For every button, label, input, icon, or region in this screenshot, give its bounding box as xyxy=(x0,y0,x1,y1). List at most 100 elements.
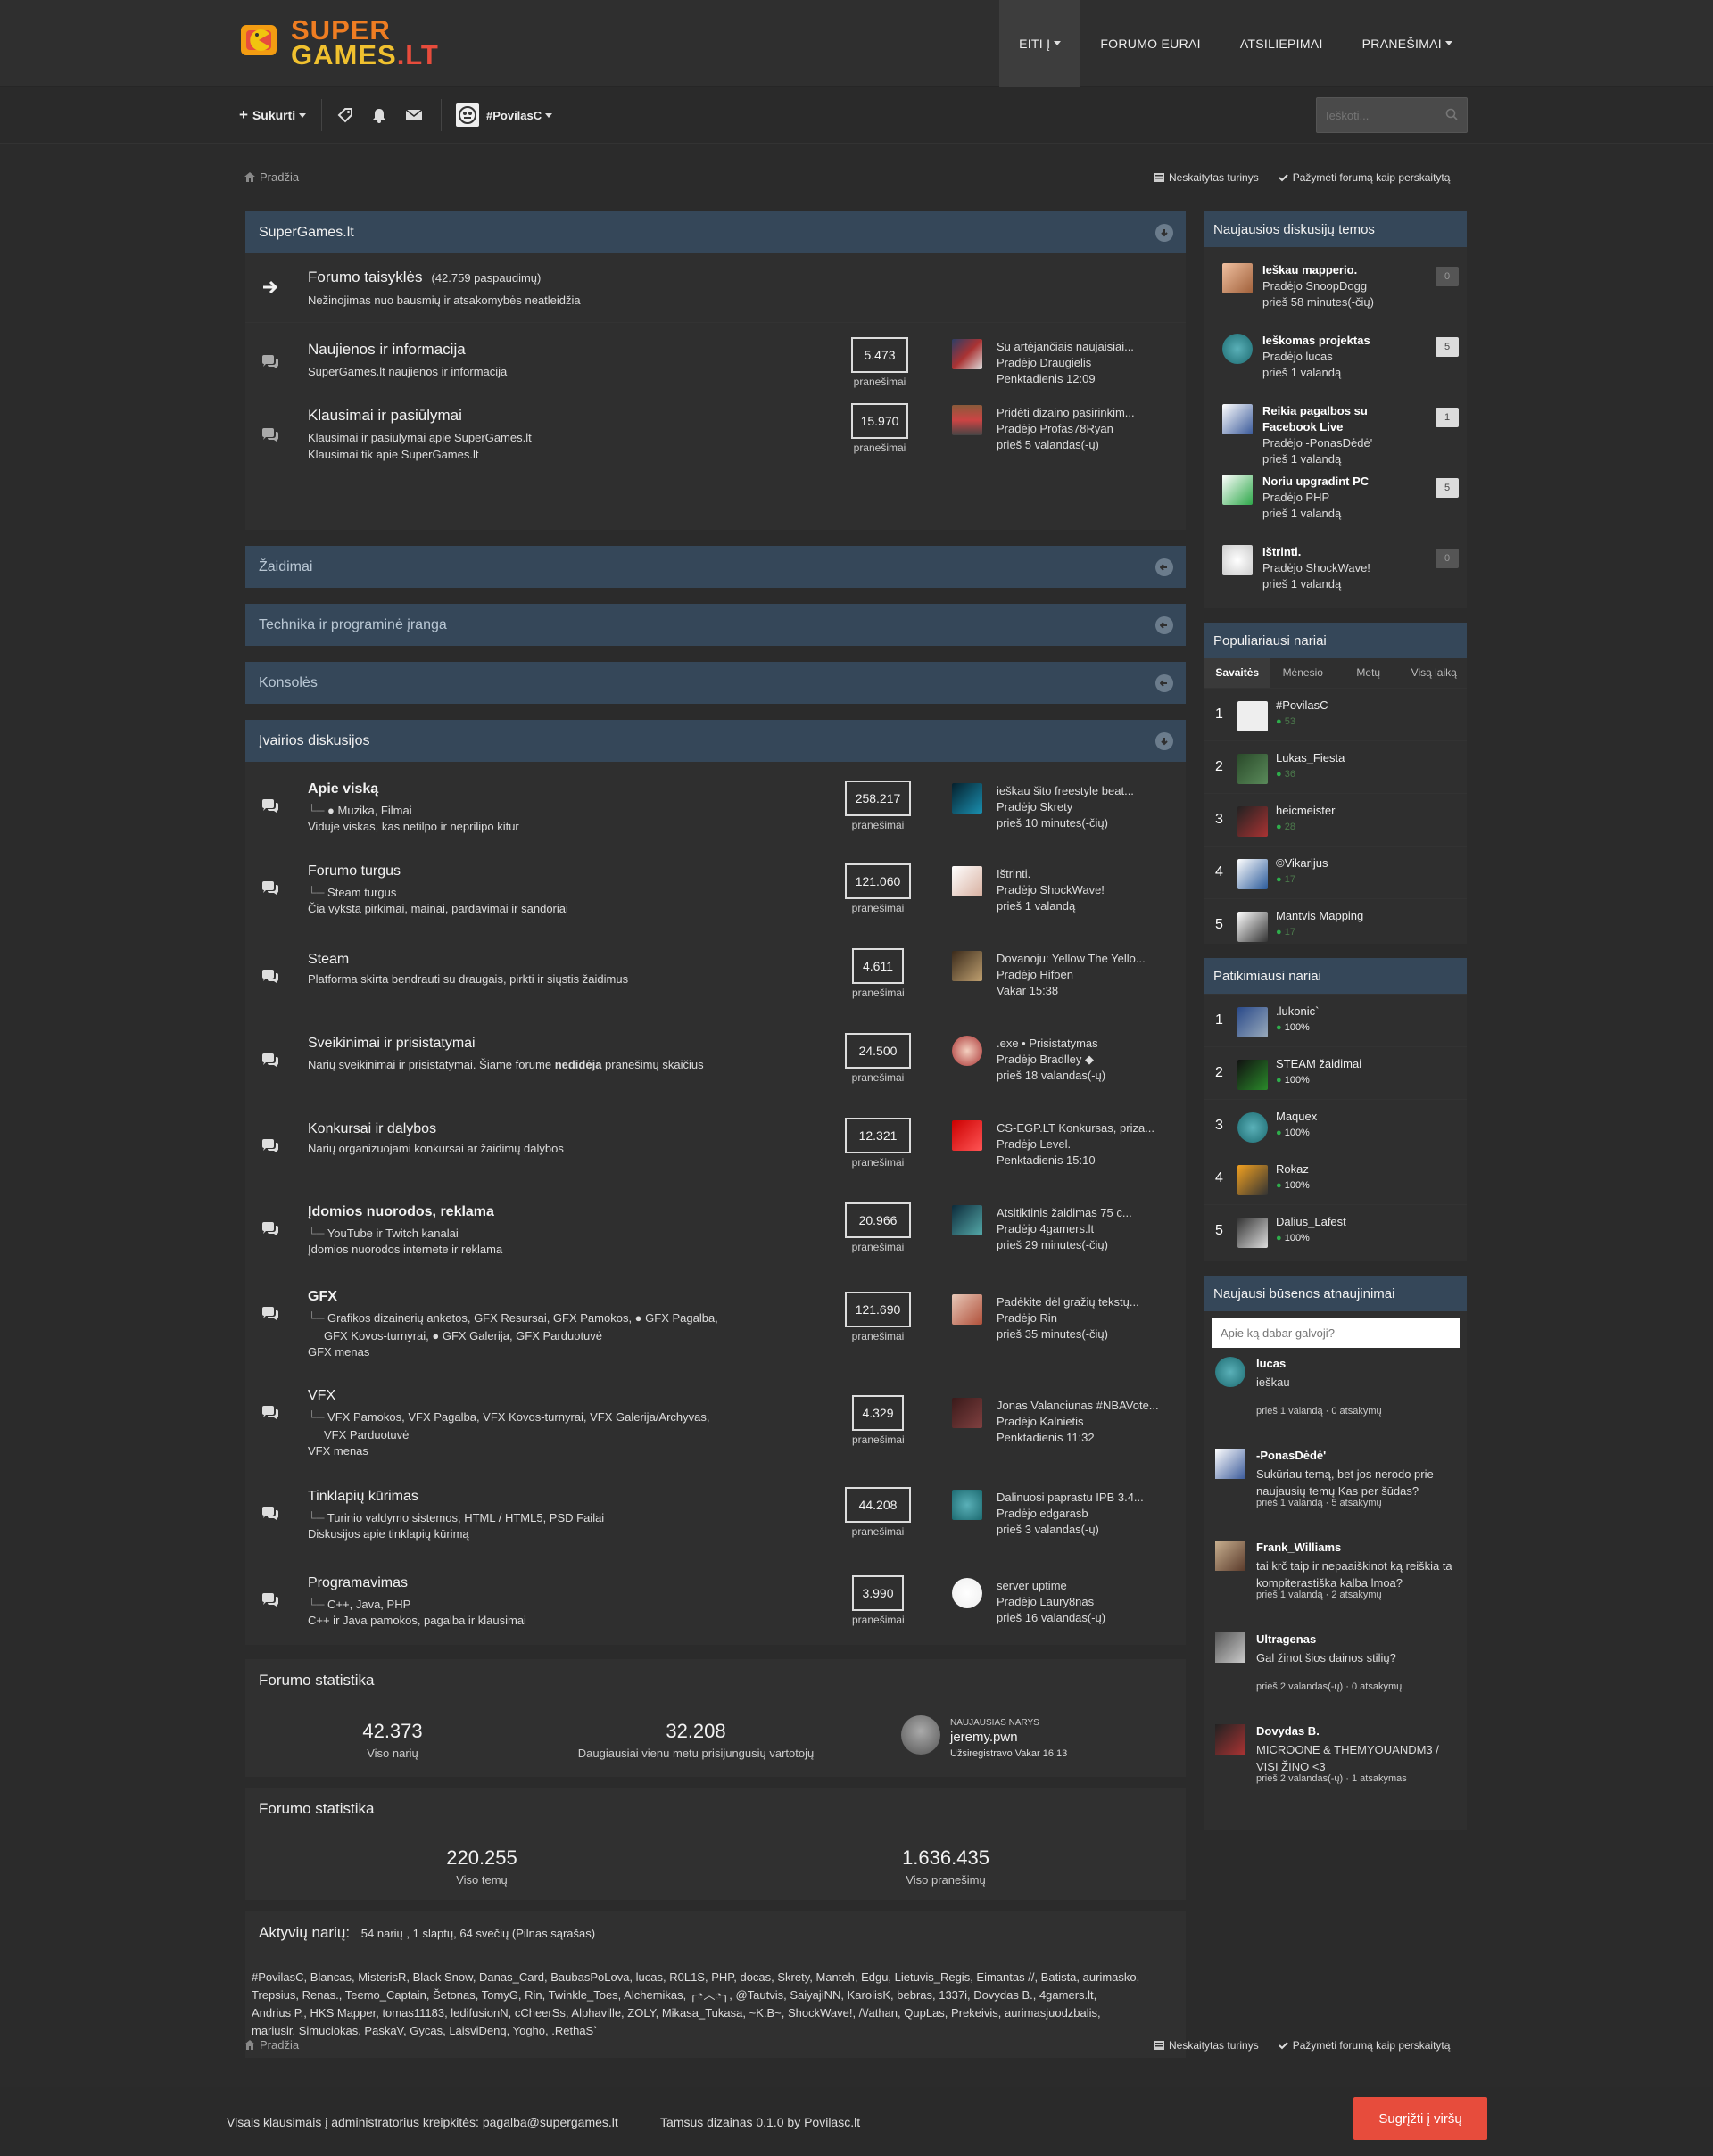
subforum-list[interactable]: └─ Steam turgus xyxy=(308,884,396,902)
avatar[interactable] xyxy=(952,783,982,814)
discussion-item[interactable]: Noriu upgradint PC Pradėjo PHP prieš 1 val… xyxy=(1204,462,1467,533)
member-name[interactable]: STEAM žaidimai xyxy=(1276,1057,1361,1070)
subforum-links[interactable]: Turinio valdymo sistemos, HTML / HTML5, … xyxy=(327,1511,604,1524)
forum-row[interactable]: Naujienos ir informacija SuperGames.lt n… xyxy=(245,323,1186,400)
messages-button[interactable] xyxy=(405,87,423,144)
avatar[interactable] xyxy=(1215,1724,1245,1755)
avatar[interactable] xyxy=(1215,1541,1245,1571)
status-meta[interactable]: prieš 1 valandą · 0 atsakymų xyxy=(1256,1406,1382,1417)
member-name[interactable]: Mantvis Mapping xyxy=(1276,909,1363,922)
status-meta[interactable]: prieš 1 valandą · 2 atsakymų xyxy=(1256,1590,1382,1600)
subforum-list[interactable]: └─ ● Muzika, Filmai xyxy=(308,802,412,820)
avatar[interactable] xyxy=(952,405,982,435)
last-post-author[interactable]: Pradėjo Draugielis xyxy=(997,355,1166,371)
subforum-links[interactable]: YouTube ir Twitch kanalai xyxy=(327,1227,459,1240)
forum-title[interactable]: Forumo taisyklės (42.759 paspaudimų) xyxy=(308,268,541,286)
status-meta[interactable]: prieš 2 valandas(-ų) · 0 atsakymų xyxy=(1256,1681,1402,1692)
category-header-misc[interactable]: Įvairios diskusijos xyxy=(245,720,1186,762)
forum-title[interactable]: Klausimai ir pasiūlymai xyxy=(308,407,462,425)
status-meta[interactable]: prieš 2 valandas(-ų) · 1 atsakymas xyxy=(1256,1773,1407,1784)
category-header-supergames[interactable]: SuperGames.lt xyxy=(245,211,1186,253)
last-post-author[interactable]: Pradėjo 4gamers.lt xyxy=(997,1221,1166,1237)
forum-title[interactable]: Įdomios nuorodos, reklama xyxy=(308,1204,494,1220)
member-name[interactable]: ©Vikarijus xyxy=(1276,856,1328,870)
status-input[interactable] xyxy=(1212,1318,1460,1348)
tag-button[interactable] xyxy=(337,87,353,144)
discussion-item[interactable]: Reikia pagalbos su Facebook Live Pradėjo -… xyxy=(1204,392,1467,466)
forum-row[interactable]: Steam Platforma skirta bendrauti su draug… xyxy=(245,938,1186,1022)
last-post-title[interactable]: .exe • Prisistatymas xyxy=(997,1036,1166,1052)
forum-row[interactable]: VFX └─ VFX Pamokos, VFX Pagalba, VFX Kovo… xyxy=(245,1377,1186,1478)
subforum-list-2[interactable]: GFX Kovos-turnyrai, ● GFX Galerija, GFX … xyxy=(324,1327,602,1345)
active-summary[interactable]: 54 narių , 1 slaptų, 64 svečių (Pilnas s… xyxy=(361,1927,595,1940)
status-item[interactable]: Ultragenas Gal žinot šios dainos stilių? p… xyxy=(1204,1623,1467,1715)
forum-title[interactable]: Apie viską xyxy=(308,781,378,797)
avatar[interactable] xyxy=(952,1036,982,1066)
breadcrumb-home[interactable]: Pradžia xyxy=(260,2038,299,2052)
breadcrumb-home[interactable]: Pradžia xyxy=(260,170,299,184)
avatar[interactable] xyxy=(1222,475,1253,505)
discussion-author[interactable]: Pradėjo lucas xyxy=(1262,350,1333,363)
subforum-list[interactable]: └─ VFX Pamokos, VFX Pagalba, VFX Kovos-t… xyxy=(308,1408,709,1426)
discussion-title[interactable]: Reikia pagalbos su xyxy=(1262,404,1368,417)
forum-row[interactable]: GFX └─ Grafikos dizainerių anketos, GFX R… xyxy=(245,1276,1186,1377)
discussion-title[interactable]: Ieškomas projektas xyxy=(1262,334,1370,347)
avatar[interactable] xyxy=(1237,806,1268,837)
forum-row[interactable]: Klausimai ir pasiūlymai Klausimai ir pas… xyxy=(245,400,1186,483)
forum-row[interactable]: Apie viską └─ ● Muzika, Filmai Viduje visk… xyxy=(245,769,1186,853)
avatar[interactable] xyxy=(952,866,982,896)
last-post-title[interactable]: Dovanoju: Yellow The Yello... xyxy=(997,951,1166,967)
status-item[interactable]: Dovydas B. MICROONE & THEMYOUANDM3 / VISI… xyxy=(1204,1715,1467,1805)
avatar[interactable] xyxy=(901,1715,940,1755)
avatar[interactable] xyxy=(1222,334,1253,364)
expand-icon[interactable] xyxy=(1155,673,1173,692)
forum-row[interactable]: Programavimas └─ C++, Java, PHP C++ ir Jav… xyxy=(245,1563,1186,1652)
avatar[interactable] xyxy=(1215,1357,1245,1387)
discussion-title[interactable]: Ištrinti. xyxy=(1262,545,1301,558)
forum-title[interactable]: VFX xyxy=(308,1388,335,1404)
member-name[interactable]: #PovilasC xyxy=(1276,698,1328,712)
discussion-title[interactable]: Ieškau mapperio. xyxy=(1262,263,1357,277)
forum-title[interactable]: Tinklapių kūrimas xyxy=(308,1489,418,1505)
create-menu-button[interactable]: + Sukurti xyxy=(239,87,307,144)
last-post-author[interactable]: Pradėjo Rin xyxy=(997,1310,1166,1326)
last-post-author[interactable]: Pradėjo Laury8nas xyxy=(997,1594,1166,1610)
forum-row[interactable]: Konkursai ir dalybos Narių organizuojami … xyxy=(245,1107,1186,1192)
nav-posts[interactable]: PRANEŠIMAI xyxy=(1343,0,1472,87)
avatar[interactable] xyxy=(1222,545,1253,575)
forum-title[interactable]: Programavimas xyxy=(308,1575,408,1591)
status-author[interactable]: Dovydas B. xyxy=(1256,1724,1320,1738)
discussion-title-2[interactable]: Facebook Live xyxy=(1262,420,1343,434)
active-members-line[interactable]: #PovilasC, Blancas, MisterisR, Black Sno… xyxy=(252,1969,1139,1987)
popular-member[interactable]: 5 Mantvis Mapping ● 17 xyxy=(1204,898,1467,951)
status-author[interactable]: lucas xyxy=(1256,1357,1286,1370)
discussion-item[interactable]: Ieškau mapperio. Pradėjo SnoopDogg prieš 5… xyxy=(1204,251,1467,321)
collapse-icon[interactable] xyxy=(1155,731,1173,750)
last-post-title[interactable]: server uptime xyxy=(997,1578,1166,1594)
tab-all-time[interactable]: Visą laiką xyxy=(1402,658,1468,688)
status-author[interactable]: Ultragenas xyxy=(1256,1632,1316,1646)
popular-member[interactable]: 4 ©Vikarijus ● 17 xyxy=(1204,846,1467,898)
avatar[interactable] xyxy=(1222,263,1253,293)
last-post-title[interactable]: CS-EGP.LT Konkursas, priza... xyxy=(997,1120,1166,1136)
trusted-member[interactable]: 1 .lukonic` ● 100% xyxy=(1204,994,1467,1046)
last-post-author[interactable]: Pradėjo Level. xyxy=(997,1136,1166,1152)
discussion-title[interactable]: Noriu upgradint PC xyxy=(1262,475,1369,488)
discussion-item[interactable]: Ištrinti. Pradėjo ShockWave! prieš 1 valan… xyxy=(1204,533,1467,603)
trusted-member[interactable]: 3 Maquex ● 100% xyxy=(1204,1099,1467,1152)
subforum-links[interactable]: Grafikos dizainerių anketos, GFX Resursa… xyxy=(327,1311,718,1325)
discussion-author[interactable]: Pradėjo -PonasDėdė' xyxy=(1262,436,1372,450)
forum-row[interactable]: Forumo turgus └─ Steam turgus Čia vyksta p… xyxy=(245,853,1186,938)
forum-title[interactable]: Steam xyxy=(308,952,349,968)
member-name[interactable]: Lukas_Fiesta xyxy=(1276,751,1345,764)
avatar[interactable] xyxy=(952,339,982,369)
avatar[interactable] xyxy=(1237,1060,1268,1090)
discussion-author[interactable]: Pradėjo SnoopDogg xyxy=(1262,279,1367,293)
last-post-title[interactable]: Ištrinti. xyxy=(997,866,1166,882)
avatar[interactable] xyxy=(1237,912,1268,942)
user-menu-button[interactable]: #PovilasC xyxy=(456,87,553,144)
breadcrumb[interactable]: Pradžia xyxy=(244,170,299,184)
forum-row[interactable]: Sveikinimai ir prisistatymai Narių sveiki… xyxy=(245,1022,1186,1107)
subforum-list-2[interactable]: VFX Parduotuvė xyxy=(324,1426,409,1444)
forum-title-text[interactable]: Forumo taisyklės xyxy=(308,268,422,285)
